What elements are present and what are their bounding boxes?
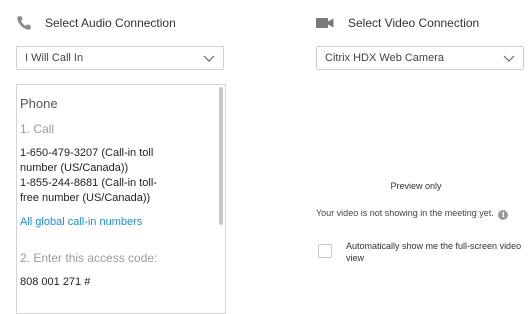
video-status-message: Your video is not showing in the meeting… <box>316 207 526 220</box>
phone-instructions-panel: Phone 1. Call 1-650-479-3207 (Call-in to… <box>16 84 226 314</box>
global-call-in-numbers-link[interactable]: All global call-in numbers <box>20 216 142 228</box>
audio-connection-value: I Will Call In <box>25 52 84 64</box>
phone-handset-icon <box>16 15 32 31</box>
panel-scrollbar[interactable] <box>219 87 223 225</box>
preview-only-label: Preview only <box>390 181 442 191</box>
info-icon[interactable]: i <box>498 210 509 220</box>
video-connection-select[interactable]: Citrix HDX Web Camera <box>316 46 524 70</box>
chevron-down-icon <box>203 53 215 66</box>
call-in-numbers: 1-650-479-3207 (Call-in toll number (US/… <box>20 146 210 206</box>
call-in-number-line: 1-855-244-8681 (Call-in toll- <box>20 177 157 189</box>
video-section-title: Select Video Connection <box>348 16 480 30</box>
audio-section-title: Select Audio Connection <box>45 16 176 30</box>
video-section-header: Select Video Connection <box>316 12 479 34</box>
call-in-number-line: 1-650-479-3207 (Call-in toll <box>20 147 154 159</box>
access-code-value: 808 001 271 # <box>20 276 91 288</box>
call-in-number-line: free number (US/Canada)) <box>20 192 151 204</box>
chevron-down-icon <box>503 53 515 66</box>
phone-title: Phone <box>20 96 58 111</box>
call-step-label: 1. Call <box>20 122 55 136</box>
video-connection-value: Citrix HDX Web Camera <box>325 52 444 64</box>
video-camera-icon <box>316 17 334 29</box>
audio-connection-select[interactable]: I Will Call In <box>16 46 224 70</box>
audio-section-header: Select Audio Connection <box>16 12 176 34</box>
call-in-number-line: number (US/Canada)) <box>20 162 129 174</box>
video-status-text: Your video is not showing in the meeting… <box>316 208 494 218</box>
auto-fullscreen-checkbox[interactable] <box>318 244 332 258</box>
access-code-step-label: 2. Enter this access code: <box>20 251 158 265</box>
auto-fullscreen-label: Automatically show me the full-screen vi… <box>346 241 522 263</box>
